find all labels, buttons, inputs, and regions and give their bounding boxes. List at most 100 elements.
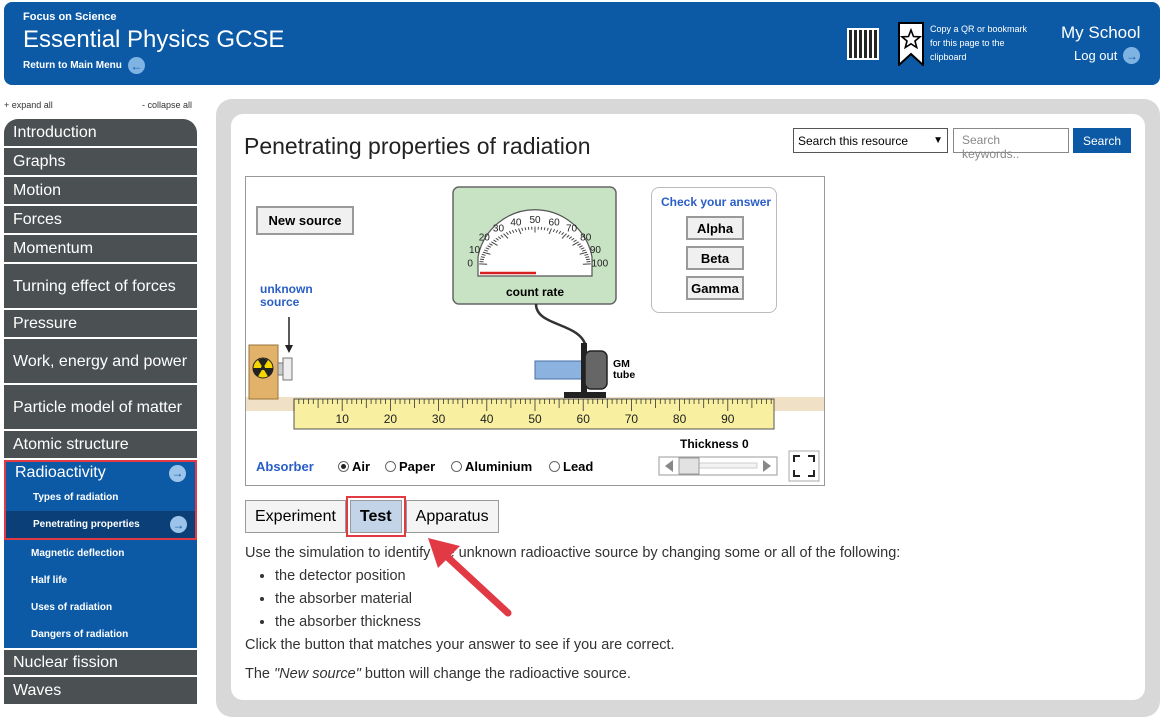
- sidebar-item-work-energy[interactable]: Work, energy and power: [4, 339, 197, 385]
- bookmark-icon[interactable]: [898, 22, 924, 66]
- beta-button[interactable]: Beta: [686, 246, 744, 270]
- check-answer-box: Check your answer Alpha Beta Gamma: [651, 187, 777, 313]
- sidebar-item-motion[interactable]: Motion: [4, 177, 197, 206]
- tab-test[interactable]: Test: [345, 496, 406, 537]
- simulation-panel: 0 10 20 30 40 50 60 70 80 90 100 count rate GM tub…: [245, 176, 825, 486]
- gauge-tick-label: 70: [566, 223, 578, 234]
- sidebar-subitem-label: Dangers of radiation: [31, 629, 129, 640]
- sidebar-subitem-types[interactable]: Types of radiation: [6, 484, 195, 511]
- absorber-radio-lead[interactable]: Lead: [549, 459, 593, 474]
- sidebar-subitem-magnetic[interactable]: Magnetic deflection: [4, 540, 197, 567]
- gauge-tick-label: 100: [591, 258, 608, 269]
- absorber-radio-air[interactable]: Air: [338, 459, 370, 474]
- expand-all-link[interactable]: + expand all: [4, 100, 53, 110]
- list-item: the absorber thickness: [275, 611, 900, 634]
- school-name: My School: [1061, 23, 1141, 42]
- return-label: Return to Main Menu: [23, 60, 122, 71]
- arrow-right-icon: →: [169, 464, 186, 482]
- gauge-tick-label: 80: [580, 233, 592, 244]
- gauge-tick-label: 40: [510, 217, 522, 228]
- copy-bookmark-text: Copy a QR or bookmark for this page to t…: [930, 24, 1028, 62]
- gauge-tick: [480, 258, 485, 261]
- arrow-right-icon: →: [1123, 47, 1141, 64]
- list-item: the detector position: [275, 565, 900, 588]
- gm-tube[interactable]: [584, 350, 608, 390]
- qr-code-icon[interactable]: [847, 28, 879, 60]
- tab-experiment[interactable]: Experiment: [245, 500, 346, 533]
- radio-icon: [451, 461, 462, 472]
- sidebar-active-group: Radioactivity → Types of radiation Penet…: [4, 460, 197, 540]
- sidebar-item-forces[interactable]: Forces: [4, 206, 197, 235]
- alpha-button[interactable]: Alpha: [686, 216, 744, 240]
- ruler-label: 30: [432, 412, 446, 426]
- unknown-source-label: unknown source: [260, 283, 313, 309]
- sidebar-item-atomic-structure[interactable]: Atomic structure: [4, 431, 197, 460]
- unknown-label-line: source: [260, 295, 300, 309]
- sidebar-item-particle-model[interactable]: Particle model of matter: [4, 385, 197, 431]
- search-scope-select[interactable]: Search this resource ▼: [793, 128, 948, 153]
- sidebar-item-introduction[interactable]: Introduction: [4, 119, 197, 148]
- ruler-label: 10: [336, 412, 350, 426]
- logout-label: Log out: [1074, 48, 1118, 63]
- sidebar-item-radioactivity[interactable]: Radioactivity →: [6, 462, 195, 484]
- search-button[interactable]: Search: [1073, 128, 1131, 153]
- page-title: Penetrating properties of radiation: [244, 133, 591, 159]
- radio-icon: [549, 461, 560, 472]
- sidebar-subitem-uses[interactable]: Uses of radiation: [4, 594, 197, 621]
- sidebar-item-waves[interactable]: Waves: [4, 677, 197, 706]
- absorber-radio-paper[interactable]: Paper: [385, 459, 435, 474]
- gauge-tick: [524, 227, 527, 231]
- arrow-left-icon: ←: [127, 57, 145, 74]
- ruler-label: 20: [384, 412, 398, 426]
- slider-thumb[interactable]: [678, 457, 700, 475]
- ruler-label: 90: [721, 412, 735, 426]
- ruler-label: 50: [528, 412, 542, 426]
- site-header: Focus on Science Essential Physics GCSE …: [4, 2, 1160, 85]
- mode-tabs: Experiment Test Apparatus: [245, 496, 503, 537]
- gauge-tick-label: 90: [590, 245, 602, 256]
- gm-label-2: tube: [613, 369, 635, 381]
- collapse-all-link[interactable]: - collapse all: [142, 100, 192, 110]
- search-scope-value: Search this resource: [798, 133, 909, 148]
- sidebar-item-graphs[interactable]: Graphs: [4, 148, 197, 177]
- sidebar-subitem-half-life[interactable]: Half life: [4, 567, 197, 594]
- ruler-label: 80: [673, 412, 687, 426]
- sidebar-item-nuclear-fission[interactable]: Nuclear fission: [4, 648, 197, 677]
- sidebar-item-momentum[interactable]: Momentum: [4, 235, 197, 264]
- list-item: the absorber material: [275, 588, 900, 611]
- logout-link[interactable]: Log out →: [1074, 47, 1141, 64]
- sidebar-item-pressure[interactable]: Pressure: [4, 310, 197, 339]
- instructions: Use the simulation to identify the unkno…: [245, 542, 900, 657]
- sidebar-subitem-label: Magnetic deflection: [31, 548, 125, 559]
- sidebar-subitem-dangers[interactable]: Dangers of radiation: [4, 621, 197, 648]
- sidebar-item-turning-effect[interactable]: Turning effect of forces: [4, 264, 197, 310]
- return-to-main-menu-link[interactable]: Return to Main Menu ←: [23, 57, 145, 74]
- note-text: button will change the radioactive sourc…: [360, 666, 631, 682]
- brand-title[interactable]: Essential Physics GCSE: [23, 26, 284, 54]
- sidebar-subitem-label: Penetrating properties: [33, 519, 140, 530]
- gauge-tick: [585, 258, 590, 261]
- tab-apparatus[interactable]: Apparatus: [405, 500, 499, 533]
- arrow-right-icon: →: [170, 516, 187, 533]
- instructions-list: the detector position the absorber mater…: [275, 565, 900, 634]
- gauge-tick-label: 20: [479, 233, 491, 244]
- sidebar-subitems-rest: Magnetic deflection Half life Uses of ra…: [4, 540, 197, 648]
- sidebar-subitem-label: Half life: [31, 575, 68, 586]
- absorber-label: Absorber: [256, 459, 314, 474]
- annotation-arrow-icon: [428, 538, 512, 617]
- radio-label: Aluminium: [465, 459, 533, 474]
- gamma-button[interactable]: Gamma: [686, 276, 744, 300]
- count-rate-label: count rate: [506, 285, 564, 299]
- radio-label: Paper: [399, 459, 436, 474]
- note-text: The: [245, 666, 275, 682]
- new-source-button[interactable]: New source: [256, 206, 354, 235]
- ruler-label: 70: [625, 412, 639, 426]
- search-input[interactable]: Search keywords..: [953, 128, 1069, 161]
- check-answer-title: Check your answer: [661, 195, 772, 209]
- gauge-tick-label: 60: [549, 217, 561, 228]
- absorber-radio-aluminium[interactable]: Aluminium: [451, 459, 532, 474]
- note-emphasis: "New source": [274, 666, 361, 682]
- sidebar-subitem-penetrating[interactable]: Penetrating properties →: [6, 511, 195, 538]
- instructions-intro: Use the simulation to identify the unkno…: [245, 545, 901, 561]
- sidebar-subitem-label: Uses of radiation: [31, 602, 113, 613]
